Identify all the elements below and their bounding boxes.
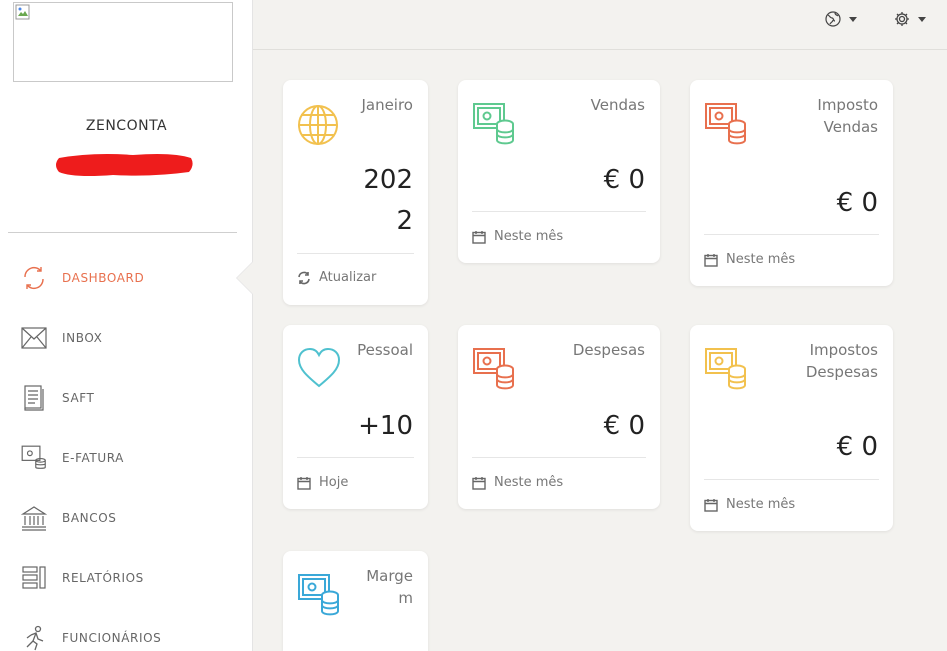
refresh-icon xyxy=(298,271,310,284)
report-icon xyxy=(21,565,47,591)
globe-icon xyxy=(825,11,841,27)
sidebar-item-label: BANCOS xyxy=(62,511,117,525)
sidebar-item-label: INBOX xyxy=(62,331,103,345)
settings-dropdown[interactable] xyxy=(894,10,926,28)
heart-icon xyxy=(297,347,341,388)
chevron-down-icon xyxy=(918,16,926,22)
card-despesas[interactable]: Despesas € 0 Neste mês xyxy=(458,325,660,509)
chevron-down-icon xyxy=(849,16,857,22)
globe-icon xyxy=(298,105,338,145)
card-footer: Hoje xyxy=(297,475,348,490)
sidebar-item-funcionarios[interactable]: FUNCIONÁRIOS xyxy=(0,608,253,651)
card-divider xyxy=(704,234,879,235)
card-title: Despesas xyxy=(572,341,645,359)
money-coins-icon xyxy=(473,348,514,390)
calendar-icon xyxy=(472,476,486,490)
sidebar-item-bancos[interactable]: BANCOS xyxy=(0,488,253,548)
card-title: Impostos Despesas xyxy=(805,341,878,381)
card-footer: Neste mês xyxy=(704,497,795,512)
gear-icon xyxy=(895,12,909,26)
card-footer-label: Neste mês xyxy=(494,475,564,490)
calendar-icon xyxy=(472,230,486,244)
refresh-icon xyxy=(21,265,47,291)
card-value: 202 2 xyxy=(363,165,413,236)
company-name: ZENCONTA xyxy=(85,118,168,134)
broken-image-icon xyxy=(15,4,30,20)
card-value: € 0 xyxy=(836,432,878,462)
card-divider xyxy=(297,457,414,458)
card-title: Janeiro xyxy=(361,96,413,114)
sidebar-item-label: RELATÓRIOS xyxy=(62,571,144,585)
active-indicator xyxy=(237,262,253,294)
language-dropdown[interactable] xyxy=(825,10,857,28)
document-icon xyxy=(21,385,47,411)
company-logo[interactable] xyxy=(13,2,233,82)
sidebar-item-label: DASHBOARD xyxy=(62,271,145,285)
top-bar xyxy=(253,0,947,50)
card-title: Vendas xyxy=(590,96,645,114)
money-coins-icon xyxy=(705,103,746,145)
card-divider xyxy=(704,479,879,480)
sidebar-item-label: SAFT xyxy=(62,391,95,405)
calendar-icon xyxy=(297,476,311,490)
card-footer-label: Neste mês xyxy=(494,229,564,244)
card-footer-label: Hoje xyxy=(319,475,349,490)
card-value: € 0 xyxy=(836,188,878,218)
sidebar-item-saft[interactable]: SAFT xyxy=(0,368,253,428)
card-footer: Neste mês xyxy=(472,475,563,490)
card-vendas[interactable]: Vendas € 0 Neste mês xyxy=(458,80,660,263)
card-divider xyxy=(472,211,646,212)
card-title: Pessoal xyxy=(357,341,413,359)
sidebar: ZENCONTA DASHBOARD INBOX SAFT E-FATURA B… xyxy=(0,0,253,651)
card-pessoal[interactable]: Pessoal +10 Hoje xyxy=(283,325,428,509)
card-footer-label: Neste mês xyxy=(726,497,796,512)
envelope-icon xyxy=(21,325,47,351)
sidebar-item-label: FUNCIONÁRIOS xyxy=(62,631,162,645)
card-value: € 0 xyxy=(603,411,645,441)
card-divider xyxy=(472,457,646,458)
card-footer-label: Atualizar xyxy=(319,270,377,285)
card-value: € 0 xyxy=(603,165,645,195)
money-coins-icon xyxy=(705,348,746,390)
sidebar-item-inbox[interactable]: INBOX xyxy=(0,308,253,368)
sidebar-divider xyxy=(8,232,237,233)
running-person-icon xyxy=(21,625,47,651)
card-value: +10 xyxy=(358,411,413,441)
card-title: Marge m xyxy=(366,567,413,607)
bank-icon xyxy=(21,505,47,531)
redacted-mark xyxy=(56,154,193,176)
sidebar-nav: DASHBOARD INBOX SAFT E-FATURA BANCOS REL… xyxy=(0,248,253,651)
card-title: Imposto Vendas xyxy=(817,96,878,136)
card-footer: Neste mês xyxy=(472,229,563,244)
card-imposto-vendas[interactable]: Imposto Vendas € 0 Neste mês xyxy=(690,80,893,286)
card-divider xyxy=(297,253,414,254)
sidebar-item-dashboard[interactable]: DASHBOARD xyxy=(0,248,253,308)
money-coins-icon xyxy=(21,445,47,471)
sidebar-item-efatura[interactable]: E-FATURA xyxy=(0,428,253,488)
money-coins-icon xyxy=(473,103,514,145)
card-footer: Neste mês xyxy=(704,252,795,267)
money-coins-icon xyxy=(298,574,339,616)
card-month[interactable]: Janeiro 202 2 Atualizar xyxy=(283,80,428,305)
card-impostos-despesas[interactable]: Impostos Despesas € 0 Neste mês xyxy=(690,325,893,531)
card-margem[interactable]: Marge m xyxy=(283,551,428,651)
sidebar-item-relatorios[interactable]: RELATÓRIOS xyxy=(0,548,253,608)
sidebar-item-label: E-FATURA xyxy=(62,451,124,465)
refresh-link[interactable]: Atualizar xyxy=(297,270,376,285)
calendar-icon xyxy=(704,253,718,267)
card-footer-label: Neste mês xyxy=(726,252,796,267)
calendar-icon xyxy=(704,498,718,512)
